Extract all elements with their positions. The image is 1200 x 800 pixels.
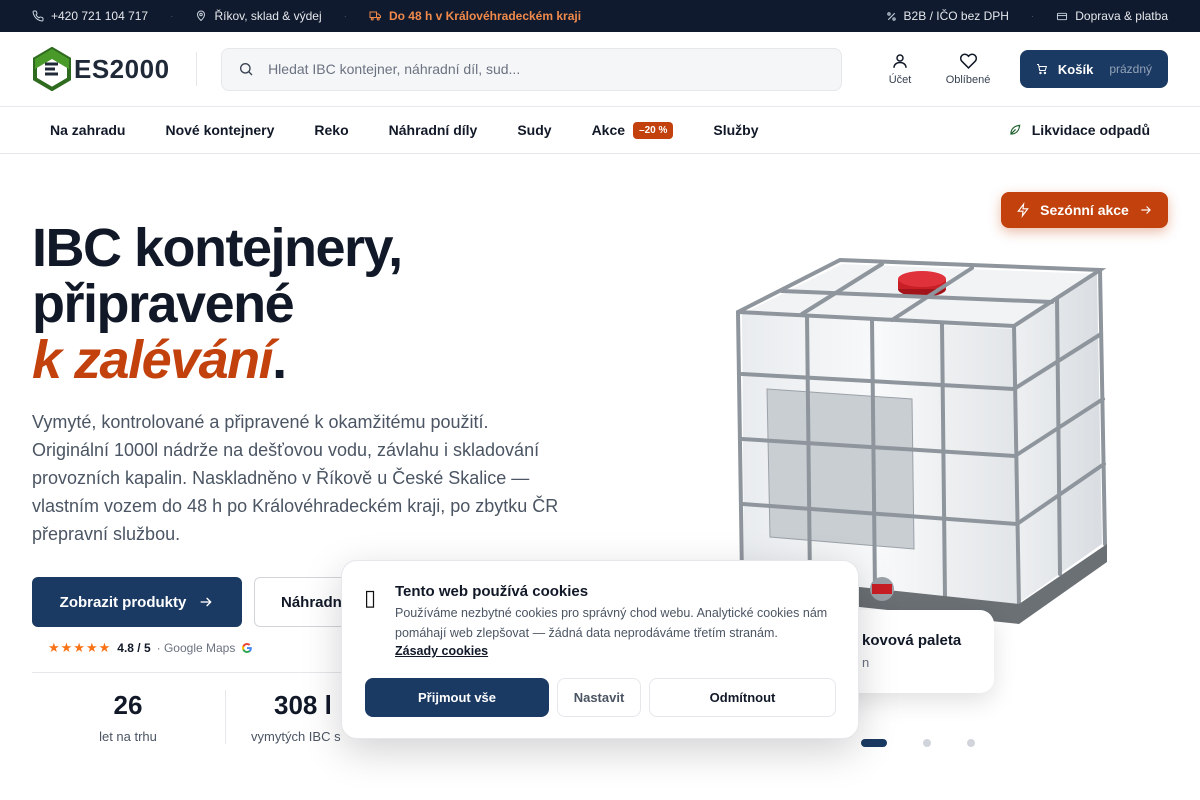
stat-years-value: 26	[113, 690, 143, 720]
cookie-title: Tento web používá cookies	[395, 583, 589, 600]
stat-years-label: let na trhu	[99, 729, 157, 744]
hero-title-accent: k zalévání	[32, 330, 274, 390]
percent-icon	[886, 11, 896, 21]
spare-parts-label: Náhradní	[281, 593, 347, 611]
account-button[interactable]: Účet	[866, 52, 934, 86]
header-divider	[196, 52, 198, 86]
arrow-right-icon	[200, 597, 212, 607]
leaf-icon	[1010, 124, 1021, 135]
reject-button[interactable]: Odmítnout	[649, 678, 836, 717]
hero-title-line2: připravené	[32, 274, 295, 334]
rating: ★★★★★ 4.8 / 5 · Google Maps	[48, 640, 253, 656]
nav-item-sale[interactable]: Akce –20 %	[591, 121, 674, 139]
favorites-button[interactable]: Oblíbené	[934, 52, 1002, 86]
nav-item-new-containers[interactable]: Nové kontejnery	[165, 122, 274, 138]
account-label: Účet	[888, 74, 912, 86]
lightning-icon	[1017, 202, 1029, 218]
user-icon	[893, 54, 907, 68]
show-products-button[interactable]: Zobrazit produkty	[32, 577, 242, 627]
favorites-label: Oblíbené	[945, 74, 991, 86]
delivery-info: Do 48 h v Královéhradeckém kraji	[369, 9, 581, 23]
logo-text: ES2000	[74, 53, 170, 84]
hero-title: IBC kontejnery, připravené k zalévání.	[32, 218, 403, 388]
phone-icon	[32, 10, 44, 22]
pallet-sub: n	[862, 655, 870, 670]
rating-value: 4.8 / 5	[117, 641, 151, 655]
stat-years: 26 let na trhu	[98, 690, 158, 744]
search-bar[interactable]	[221, 47, 843, 91]
nav-item-spare-parts[interactable]: Náhradní díly	[389, 122, 478, 138]
top-bar: +420 721 104 717 · Říkov, sklad & výdej …	[0, 0, 1200, 32]
nav-item-waste[interactable]: Likvidace odpadů	[1008, 122, 1150, 138]
delivery-text: Do 48 h v Královéhradeckém kraji	[388, 9, 582, 23]
hero-title-line1: IBC kontejnery,	[32, 218, 403, 278]
seasonal-sale-button[interactable]: Sezónní akce	[1001, 192, 1168, 228]
cart-label: Košík	[1057, 61, 1094, 77]
hero-lead: Vymyté, kontrolované a připravené k okam…	[32, 412, 559, 544]
seasonal-label: Sezónní akce	[1040, 202, 1129, 218]
cookie-settings-button[interactable]: Nastavit	[557, 678, 641, 717]
cookie-banner: ▯ Tento web používá cookies Používáme ne…	[341, 560, 859, 739]
separator: ·	[343, 10, 347, 22]
cookie-icon: ▯	[364, 585, 377, 610]
sale-badge: –20 %	[633, 121, 674, 139]
phone-link[interactable]: +420 721 104 717	[32, 9, 148, 23]
hero-title-line3: k zalévání.	[32, 332, 402, 388]
arrow-right-icon	[1141, 206, 1151, 214]
shipping-link[interactable]: Doprava & platba	[1056, 9, 1168, 23]
show-products-label: Zobrazit produkty	[59, 593, 187, 611]
heart-icon	[959, 53, 977, 69]
carousel-dot-3[interactable]	[967, 739, 975, 747]
separator: ·	[1030, 10, 1035, 22]
search-input[interactable]	[268, 61, 826, 77]
google-icon	[242, 643, 253, 653]
map-pin-icon	[197, 10, 206, 22]
header-actions: Účet Oblíbené Košík prázdný	[866, 50, 1169, 88]
nav-item-sale-label: Akce	[591, 122, 626, 138]
b2b-link[interactable]: B2B / IČO bez DPH	[886, 9, 1009, 23]
stat-separator	[225, 690, 226, 744]
accept-all-button[interactable]: Přijmout vše	[365, 678, 549, 717]
carousel-dot-2[interactable]	[923, 739, 931, 747]
rating-source: · Google Maps	[156, 641, 236, 655]
location-link[interactable]: Říkov, sklad & výdej	[195, 9, 322, 23]
cookie-text: Používáme nezbytné cookies pro správný c…	[395, 606, 828, 640]
nav-item-services[interactable]: Služby	[713, 122, 758, 138]
nav-item-reko[interactable]: Reko	[314, 122, 348, 138]
header: ES2000 Účet Oblíbené Košík prázdný	[0, 32, 1200, 107]
hero-title-dot: .	[272, 330, 287, 390]
truck-icon	[369, 11, 381, 21]
cart-icon	[1037, 64, 1048, 75]
cart-status: prázdný	[1109, 62, 1153, 76]
location-text: Říkov, sklad & výdej	[214, 9, 322, 23]
phone-number: +420 721 104 717	[51, 9, 149, 23]
shipping-text: Doprava & platba	[1075, 9, 1168, 23]
carousel-dot-1[interactable]	[861, 739, 887, 747]
b2b-text: B2B / IČO bez DPH	[903, 9, 1009, 23]
pallet-title: kovová paleta	[862, 632, 962, 649]
cart-button[interactable]: Košík prázdný	[1020, 50, 1169, 88]
search-icon	[240, 62, 253, 76]
main-nav: Na zahradu Nové kontejnery Reko Náhradní…	[0, 107, 1200, 154]
nav-item-waste-label: Likvidace odpadů	[1031, 122, 1150, 138]
nav-item-garden[interactable]: Na zahradu	[50, 122, 125, 138]
cookie-policy-link[interactable]: Zásady cookies	[395, 644, 488, 658]
logo-hex-icon	[33, 47, 71, 91]
logo[interactable]: ES2000	[32, 47, 196, 91]
rating-stars: ★★★★★	[48, 640, 112, 655]
nav-item-barrels[interactable]: Sudy	[517, 122, 551, 138]
card-icon	[1057, 12, 1068, 20]
separator: ·	[170, 10, 174, 22]
